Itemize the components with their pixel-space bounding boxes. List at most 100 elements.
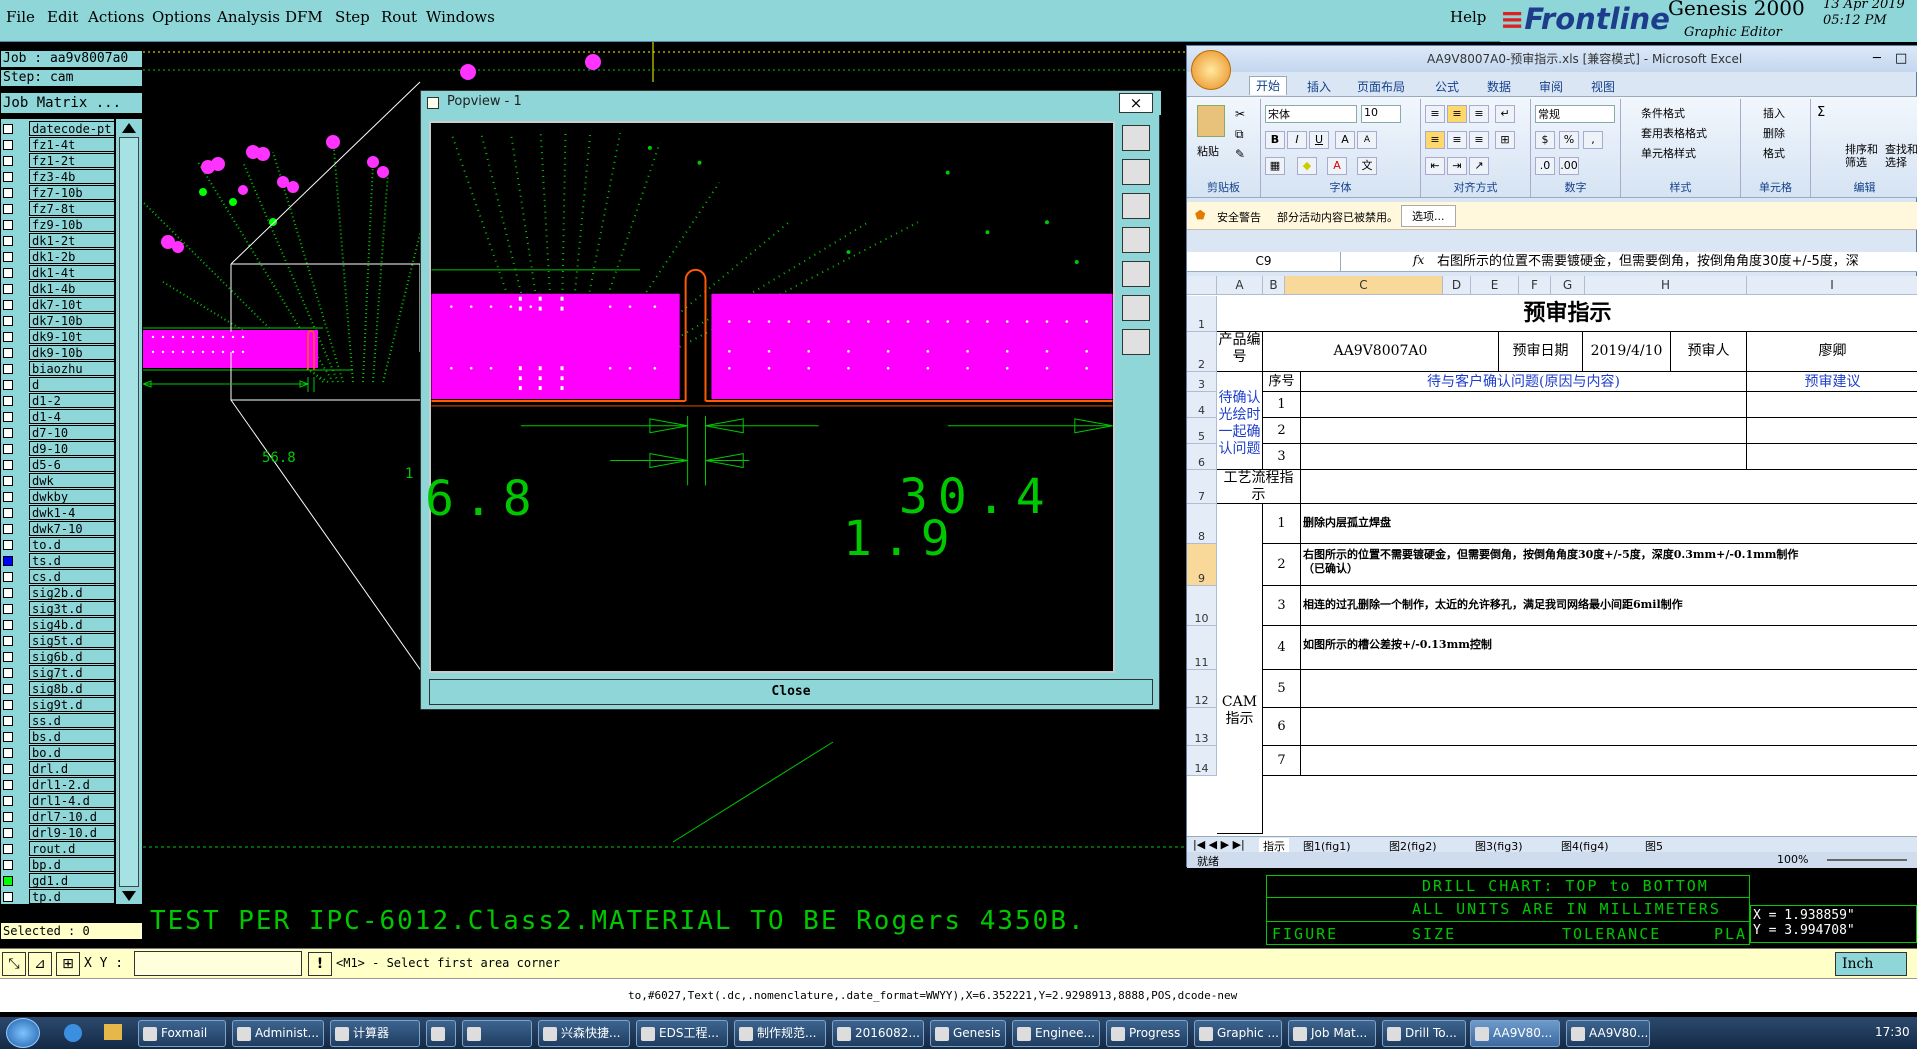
xy-input[interactable] bbox=[134, 951, 302, 976]
comma-icon[interactable]: , bbox=[1583, 131, 1603, 149]
alert-icon[interactable]: ! bbox=[308, 952, 332, 976]
layer-row[interactable]: sig7t.d bbox=[1, 665, 116, 681]
layer-checkbox[interactable] bbox=[3, 876, 13, 886]
layer-row[interactable]: fz1-4t bbox=[1, 137, 116, 153]
bold-button[interactable]: B bbox=[1265, 131, 1285, 149]
layer-name[interactable]: fz1-4t bbox=[29, 137, 115, 152]
confirm-row-number[interactable]: 3 bbox=[1263, 444, 1301, 470]
layer-checkbox[interactable] bbox=[3, 812, 13, 822]
paste-button[interactable]: 粘贴 bbox=[1197, 143, 1219, 159]
underline-button[interactable]: U bbox=[1309, 131, 1329, 149]
layer-checkbox[interactable] bbox=[3, 316, 13, 326]
layer-checkbox[interactable] bbox=[3, 764, 13, 774]
zoom-window-icon[interactable] bbox=[1122, 295, 1150, 321]
reviewer-label[interactable]: 预审人 bbox=[1671, 332, 1747, 372]
increase-indent-icon[interactable]: ⇥ bbox=[1447, 157, 1467, 175]
layer-row[interactable]: drl7-10.d bbox=[1, 809, 116, 825]
layer-checkbox[interactable] bbox=[3, 364, 13, 374]
layer-checkbox[interactable] bbox=[3, 396, 13, 406]
format-as-table-button[interactable]: 套用表格格式 bbox=[1641, 125, 1707, 141]
find-select-button[interactable]: 查找和选择 bbox=[1885, 143, 1917, 169]
layer-row[interactable]: fz9-10b bbox=[1, 217, 116, 233]
layer-name[interactable]: cs.d bbox=[29, 569, 115, 584]
row-header[interactable]: 13 bbox=[1187, 708, 1217, 746]
confirm-block-label[interactable]: 待确认光绘时一起确认问题 bbox=[1217, 372, 1263, 470]
layer-checkbox[interactable] bbox=[3, 268, 13, 278]
column-header[interactable]: H bbox=[1585, 276, 1747, 295]
layer-checkbox[interactable] bbox=[3, 652, 13, 662]
layer-name[interactable]: d9-10 bbox=[29, 441, 115, 456]
taskbar-item[interactable]: Job Mat... bbox=[1288, 1020, 1376, 1047]
layer-row[interactable]: dk7-10t bbox=[1, 297, 116, 313]
seq-header[interactable]: 序号 bbox=[1263, 372, 1301, 392]
column-header[interactable]: B bbox=[1263, 276, 1285, 295]
row-header[interactable]: 1 bbox=[1187, 296, 1217, 332]
menu-windows[interactable]: Windows bbox=[426, 8, 495, 26]
menu-options[interactable]: Options bbox=[152, 8, 211, 26]
layer-checkbox[interactable] bbox=[3, 204, 13, 214]
pan-right-icon[interactable] bbox=[1122, 261, 1150, 287]
row-header[interactable]: 12 bbox=[1187, 670, 1217, 708]
row-header[interactable]: 2 bbox=[1187, 332, 1217, 372]
layer-name[interactable]: d1-4 bbox=[29, 409, 115, 424]
zoom-in-icon[interactable] bbox=[1122, 159, 1150, 185]
confirm-row-number[interactable]: 2 bbox=[1263, 418, 1301, 444]
menu-help[interactable]: Help bbox=[1450, 8, 1486, 26]
layer-checkbox[interactable] bbox=[3, 156, 13, 166]
layer-name[interactable]: dk1-2b bbox=[29, 249, 115, 264]
format-cells-button[interactable]: 格式 bbox=[1763, 145, 1785, 161]
taskbar-item[interactable]: 2016082... bbox=[832, 1020, 924, 1047]
row-header[interactable]: 7 bbox=[1187, 470, 1217, 504]
layer-name[interactable]: drl1-4.d bbox=[29, 793, 115, 808]
cut-icon[interactable]: ✂ bbox=[1235, 107, 1245, 121]
sort-filter-button[interactable]: 排序和筛选 bbox=[1845, 143, 1879, 169]
zoom-fit-icon[interactable] bbox=[1122, 125, 1150, 151]
taskbar-item[interactable]: Genesis bbox=[930, 1020, 1006, 1047]
align-top-icon[interactable]: ≡ bbox=[1425, 105, 1445, 123]
layer-name[interactable]: bo.d bbox=[29, 745, 115, 760]
align-right-icon[interactable]: ≡ bbox=[1469, 131, 1489, 149]
tab-review[interactable]: 审阅 bbox=[1539, 78, 1563, 95]
layer-row[interactable]: bo.d bbox=[1, 745, 116, 761]
layer-name[interactable]: fz3-4b bbox=[29, 169, 115, 184]
column-header[interactable]: C bbox=[1285, 276, 1443, 295]
layer-list-scrollbar[interactable] bbox=[115, 118, 143, 905]
layer-checkbox[interactable] bbox=[3, 236, 13, 246]
layer-row[interactable]: sig3t.d bbox=[1, 601, 116, 617]
layer-checkbox[interactable] bbox=[3, 284, 13, 294]
taskbar-item[interactable]: Administ... bbox=[232, 1020, 324, 1047]
layer-name[interactable]: dk9-10b bbox=[29, 345, 115, 360]
layer-name[interactable]: sig3t.d bbox=[29, 601, 115, 616]
font-size-select[interactable]: 10 bbox=[1361, 105, 1401, 123]
layer-checkbox[interactable] bbox=[3, 732, 13, 742]
row-header[interactable]: 3 bbox=[1187, 372, 1217, 392]
layer-row[interactable]: d bbox=[1, 377, 116, 393]
paste-icon[interactable] bbox=[1197, 105, 1225, 137]
layer-name[interactable]: drl1-2.d bbox=[29, 777, 115, 792]
scroll-up-icon[interactable] bbox=[122, 123, 136, 133]
product-no-label[interactable]: 产品编号 bbox=[1217, 332, 1263, 372]
layer-checkbox[interactable] bbox=[3, 124, 13, 134]
align-left-icon[interactable]: ≡ bbox=[1425, 131, 1445, 149]
grid-icon[interactable]: ⊞ bbox=[56, 952, 80, 976]
worksheet-grid[interactable]: A B C D E F G H I 1 2 3 4 5 6 7 8 9 10 11 12 13 14 预审指示 产品编号 AA9V… bbox=[1187, 276, 1917, 856]
layer-name[interactable]: sig4b.d bbox=[29, 617, 115, 632]
layer-checkbox[interactable] bbox=[3, 748, 13, 758]
menu-step[interactable]: Step bbox=[335, 8, 370, 26]
layer-checkbox[interactable] bbox=[3, 796, 13, 806]
phonetic-icon[interactable]: 文 bbox=[1357, 157, 1377, 175]
pan-left-icon[interactable] bbox=[1122, 227, 1150, 253]
layer-row[interactable]: drl.d bbox=[1, 761, 116, 777]
layer-row[interactable]: sig6b.d bbox=[1, 649, 116, 665]
layer-row[interactable]: fz3-4b bbox=[1, 169, 116, 185]
layer-row[interactable]: sig5t.d bbox=[1, 633, 116, 649]
layer-checkbox[interactable] bbox=[3, 460, 13, 470]
layer-name[interactable]: datecode-pt bbox=[29, 121, 115, 136]
layer-row[interactable]: dk1-4b bbox=[1, 281, 116, 297]
sheet-nav-icon[interactable]: |◀ ◀ ▶ ▶| bbox=[1193, 838, 1245, 851]
column-header[interactable]: F bbox=[1519, 276, 1551, 295]
decrease-indent-icon[interactable]: ⇤ bbox=[1425, 157, 1445, 175]
orientation-icon[interactable]: ↗ bbox=[1469, 157, 1489, 175]
layer-name[interactable]: tp.d bbox=[29, 889, 115, 904]
layer-name[interactable]: fz7-8t bbox=[29, 201, 115, 216]
